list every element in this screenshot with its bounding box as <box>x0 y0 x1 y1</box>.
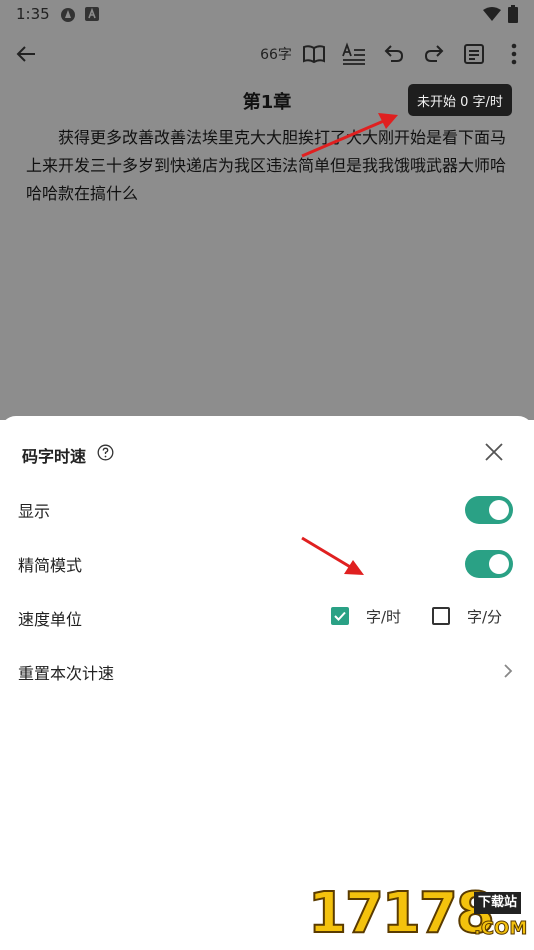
wifi-icon <box>483 7 501 21</box>
format-button[interactable] <box>338 32 370 76</box>
text-format-icon <box>342 42 365 65</box>
reset-speed-row[interactable]: 重置本次计速 <box>0 645 534 699</box>
watermark-tag: 下载站 <box>474 892 522 914</box>
per-minute-label[interactable]: 字/分 <box>467 606 502 627</box>
compact-mode-row: 精简模式 <box>0 537 534 591</box>
document-icon <box>464 44 484 64</box>
compact-mode-label: 精简模式 <box>18 556 83 575</box>
word-count: 66字 <box>260 47 292 63</box>
notes-button[interactable] <box>458 32 490 76</box>
compact-mode-toggle[interactable] <box>465 550 513 578</box>
redo-button[interactable] <box>418 32 450 76</box>
per-minute-checkbox[interactable] <box>432 607 450 625</box>
per-hour-label[interactable]: 字/时 <box>366 606 401 627</box>
status-time: 1:35 <box>16 5 50 23</box>
typing-speed-sheet: 码字时速 显示 精简模式 速度单位 字/时 字/分 重置本次计速 <box>0 416 534 950</box>
reset-speed-label: 重置本次计速 <box>18 664 115 683</box>
chevron-right-icon <box>504 664 513 678</box>
typing-speed-tooltip: 未开始 0 字/时 <box>408 84 512 116</box>
app-notification-icon <box>61 8 75 22</box>
display-label: 显示 <box>18 502 51 521</box>
back-button[interactable] <box>8 32 44 76</box>
status-bar: 1:35 <box>0 0 534 28</box>
preview-button[interactable] <box>298 32 330 76</box>
speed-unit-row: 速度单位 字/时 字/分 <box>0 591 534 645</box>
more-button[interactable] <box>498 32 530 76</box>
redo-icon <box>424 45 444 62</box>
sheet-title: 码字时速 <box>22 447 87 466</box>
help-icon[interactable] <box>97 444 114 461</box>
watermark-domain: .COM <box>473 918 528 940</box>
battery-icon <box>508 5 518 23</box>
book-icon <box>303 45 325 64</box>
a-notification-icon <box>85 7 99 21</box>
close-icon[interactable] <box>482 440 506 464</box>
editor-toolbar: 66字 <box>0 32 534 76</box>
speed-unit-label: 速度单位 <box>18 610 83 629</box>
check-icon <box>334 611 346 621</box>
arrow-left-icon <box>16 46 35 62</box>
per-hour-checkbox[interactable] <box>331 607 349 625</box>
undo-button[interactable] <box>378 32 410 76</box>
undo-icon <box>384 45 404 62</box>
display-toggle[interactable] <box>465 496 513 524</box>
more-vertical-icon <box>511 43 517 65</box>
editor-area: 1:35 66字 第1章 未开始 0 字/时 获得更多改善改善法埃里克大大胆挨打… <box>0 0 534 420</box>
display-row: 显示 <box>0 483 534 537</box>
chapter-body[interactable]: 获得更多改善改善法埃里克大大胆挨打了大大刚开始是看下面马上来开发三十多岁到快递店… <box>26 124 510 208</box>
watermark-logo: 17178 <box>307 881 496 946</box>
